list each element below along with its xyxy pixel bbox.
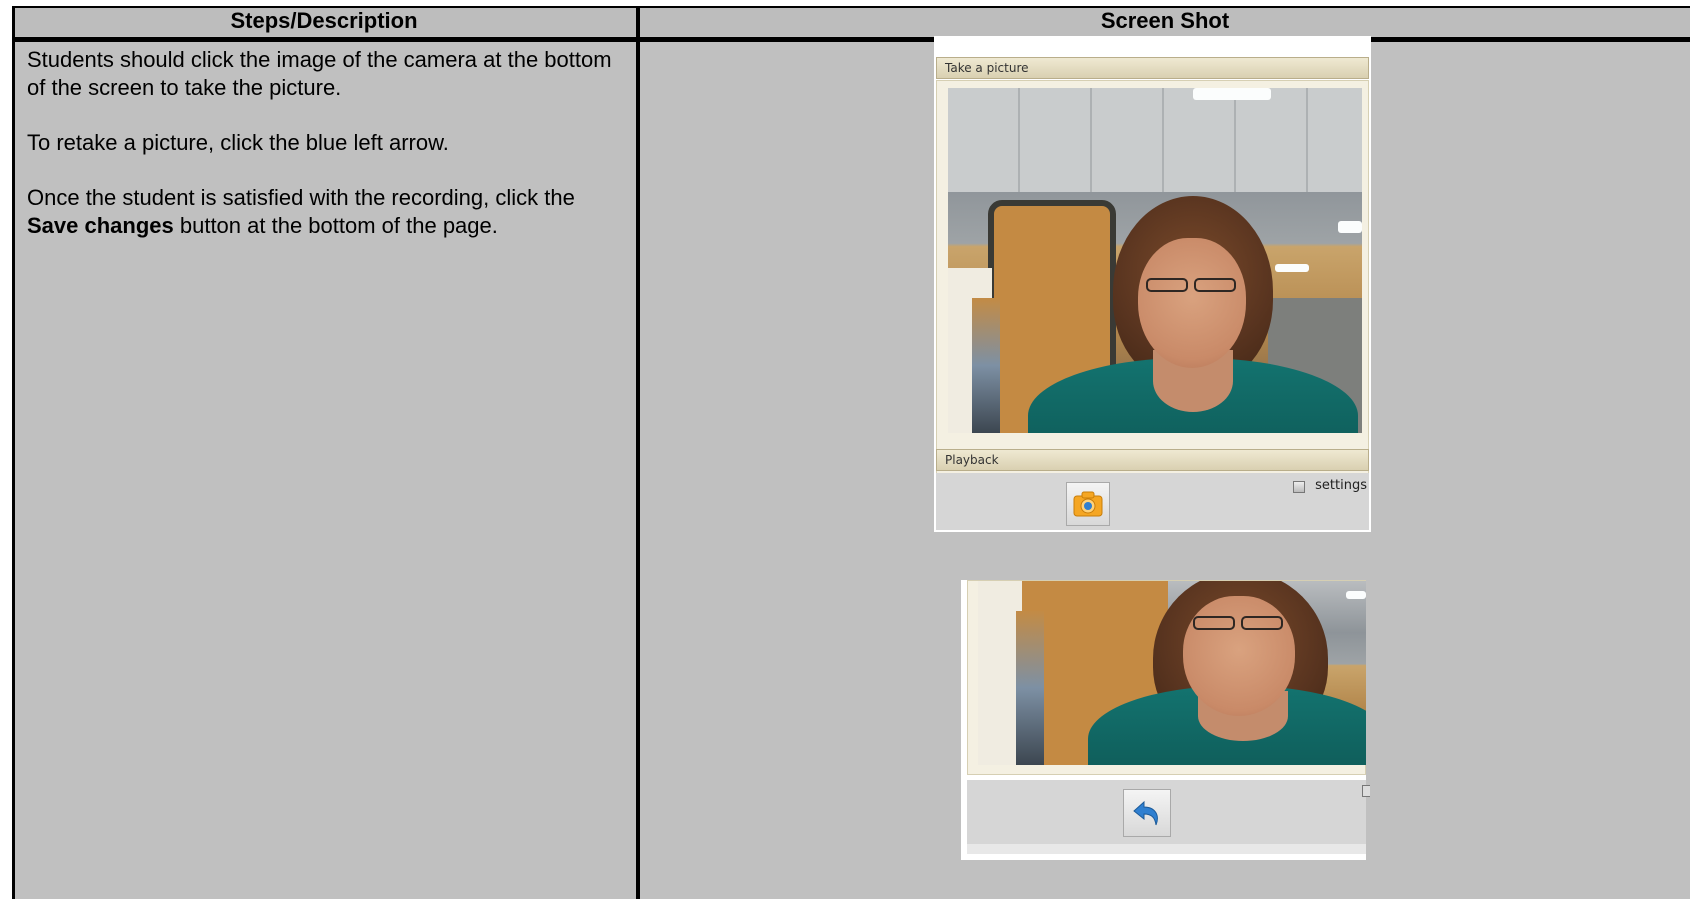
face <box>1183 596 1295 716</box>
poster <box>1016 611 1044 765</box>
ceiling-light <box>1346 591 1366 599</box>
captured-photo <box>978 581 1366 765</box>
captured-photo-frame <box>967 580 1366 775</box>
widget-bottom-strip <box>967 844 1366 854</box>
retake-button[interactable] <box>1123 789 1171 837</box>
take-a-picture-bar: Take a picture <box>936 57 1369 79</box>
step-save-prefix: Once the student is satisfied with the r… <box>27 185 575 210</box>
step-save-suffix: button at the bottom of the page. <box>173 213 498 238</box>
settings-label: settings <box>1315 478 1367 493</box>
glasses-right <box>1241 616 1283 630</box>
screen-shot-header: Screen Shot <box>640 6 1690 36</box>
glasses-left <box>1146 278 1188 292</box>
playback-widget <box>961 580 1370 860</box>
ceiling-light <box>1275 264 1309 272</box>
capture-controls: settings <box>936 473 1369 530</box>
video-frame <box>936 80 1369 482</box>
ceiling-light <box>1193 88 1271 100</box>
webcam-photo <box>948 88 1362 433</box>
steps-cell: Students should click the image of the c… <box>27 46 627 267</box>
header-divider <box>12 37 1690 42</box>
glasses-left <box>1193 616 1235 630</box>
capture-widget: Take a picture Playback settings <box>934 36 1371 532</box>
steps-description-header: Steps/Description <box>12 6 636 36</box>
ceiling <box>948 88 1362 192</box>
glasses-right <box>1194 278 1236 292</box>
document-table: Steps/Description Screen Shot Students s… <box>12 6 1690 899</box>
column-divider <box>636 6 640 899</box>
camera-icon <box>1073 491 1103 517</box>
ceiling-light <box>1338 221 1362 233</box>
take-picture-button[interactable] <box>1066 482 1110 526</box>
face <box>1138 238 1246 368</box>
settings-checkbox[interactable] <box>1293 481 1305 493</box>
table-left-border <box>12 6 15 899</box>
playback-controls <box>967 780 1370 844</box>
poster <box>972 298 1000 433</box>
playback-bar: Playback <box>936 449 1369 471</box>
settings-checkbox-partial[interactable] <box>1362 785 1370 797</box>
save-changes-label: Save changes <box>27 213 174 238</box>
table-top-border <box>12 6 1690 8</box>
blue-left-arrow-icon <box>1133 800 1158 826</box>
step-save: Once the student is satisfied with the r… <box>27 184 627 240</box>
step-take-picture: Students should click the image of the c… <box>27 47 612 100</box>
step-retake: To retake a picture, click the blue left… <box>27 130 449 155</box>
